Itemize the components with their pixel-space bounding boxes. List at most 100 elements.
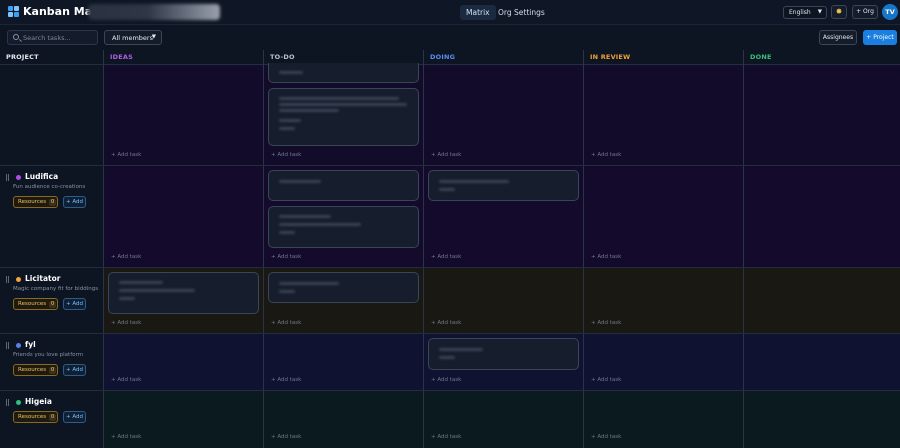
- add-task-link[interactable]: + Add task: [591, 254, 621, 260]
- nav-tab-matrix[interactable]: Matrix: [460, 5, 496, 20]
- add-task-link[interactable]: + Add task: [111, 254, 141, 260]
- grid-divider: [423, 50, 424, 448]
- add-task-link[interactable]: + Add task: [431, 434, 461, 440]
- add-task-link[interactable]: + Add task: [271, 434, 301, 440]
- resources-count: 0: [49, 199, 57, 206]
- add-resource-button[interactable]: + Add: [63, 196, 86, 208]
- add-task-link[interactable]: + Add task: [271, 152, 301, 158]
- project-color-dot: [16, 277, 21, 282]
- add-task-link[interactable]: + Add task: [111, 152, 141, 158]
- add-project-button[interactable]: + Project: [863, 30, 897, 45]
- project-color-dot: [16, 343, 21, 348]
- search-input[interactable]: Search tasks...: [7, 30, 98, 45]
- project-row-ludifica: Ludifica Fun audience co-creations Resou…: [6, 172, 101, 212]
- resources-label: Resources: [18, 414, 47, 420]
- add-task-link[interactable]: + Add task: [591, 434, 621, 440]
- column-header-ideas: IDEAS: [104, 50, 264, 65]
- resources-button[interactable]: Resources 0: [13, 411, 58, 423]
- project-name: Higeia: [25, 397, 52, 406]
- add-task-link[interactable]: + Add task: [591, 320, 621, 326]
- user-avatar[interactable]: TV: [882, 4, 898, 20]
- task-card[interactable]: [268, 88, 419, 146]
- add-task-link[interactable]: + Add task: [431, 152, 461, 158]
- grid-divider: [263, 50, 264, 448]
- add-task-link[interactable]: + Add task: [591, 377, 621, 383]
- add-task-link[interactable]: + Add task: [271, 320, 301, 326]
- add-task-link[interactable]: + Add task: [111, 320, 141, 326]
- add-task-link[interactable]: + Add task: [431, 377, 461, 383]
- task-card[interactable]: [108, 272, 259, 314]
- members-filter-value: All members: [112, 34, 153, 42]
- project-row-fyl: fyl Friends you love platform Resources 0…: [6, 340, 101, 380]
- add-task-link[interactable]: + Add task: [431, 320, 461, 326]
- add-task-link[interactable]: + Add task: [591, 152, 621, 158]
- nav-tab-org-settings[interactable]: Org Settings: [492, 5, 551, 20]
- grid-divider: [0, 390, 900, 391]
- project-row-licitator: Licitator Magic company fit for biddings…: [6, 274, 101, 314]
- resources-button[interactable]: Resources 0: [13, 196, 58, 208]
- drag-handle-icon[interactable]: [6, 174, 9, 181]
- row-bg: [104, 391, 900, 448]
- add-task-link[interactable]: + Add task: [111, 434, 141, 440]
- project-name: Ludifica: [25, 172, 59, 181]
- grid-divider: [0, 165, 900, 166]
- add-task-link[interactable]: + Add task: [431, 254, 461, 260]
- project-color-dot: [16, 175, 21, 180]
- resources-count: 0: [49, 301, 57, 308]
- column-header-in-review: IN REVIEW: [584, 50, 744, 65]
- project-row-higeia: Higeia Resources 0 + Add: [6, 397, 101, 437]
- row-bg: [104, 65, 900, 166]
- resources-label: Resources: [18, 367, 47, 373]
- add-resource-button[interactable]: + Add: [63, 364, 86, 376]
- add-task-link[interactable]: + Add task: [271, 377, 301, 383]
- task-card[interactable]: [268, 63, 419, 83]
- assignees-button[interactable]: Assignees: [819, 30, 857, 45]
- task-card[interactable]: [268, 272, 419, 303]
- project-description: Fun audience co-creations: [13, 184, 86, 190]
- language-value: English: [789, 9, 811, 16]
- grid-divider: [103, 50, 104, 448]
- task-card[interactable]: [268, 170, 419, 201]
- project-name: Licitator: [25, 274, 61, 283]
- project-color-dot: [16, 400, 21, 405]
- add-resource-button[interactable]: + Add: [63, 411, 86, 423]
- chevron-down-icon: ▼: [151, 34, 156, 40]
- resources-count: 0: [49, 414, 57, 421]
- task-card[interactable]: [268, 206, 419, 248]
- grid-divider: [583, 50, 584, 448]
- grid-divider: [0, 267, 900, 268]
- drag-handle-icon[interactable]: [6, 276, 9, 283]
- add-resource-button[interactable]: + Add: [63, 298, 86, 310]
- top-bar: Kanban Matrix Matrix Org Settings Englis…: [0, 0, 900, 25]
- grid-divider: [743, 50, 744, 448]
- org-selector[interactable]: [88, 4, 220, 20]
- resources-count: 0: [49, 367, 57, 374]
- search-placeholder: Search tasks...: [23, 34, 71, 42]
- column-header-project: PROJECT: [0, 50, 104, 65]
- project-description: Magic company fit for biddings: [13, 286, 99, 292]
- add-task-link[interactable]: + Add task: [271, 254, 301, 260]
- language-select[interactable]: English ▼: [783, 6, 827, 19]
- sun-icon: ✸: [835, 7, 843, 16]
- grid-divider: [0, 333, 900, 334]
- resources-button[interactable]: Resources 0: [13, 364, 58, 376]
- kanban-board: PROJECT IDEAS TO-DO DOING IN REVIEW DONE…: [0, 50, 900, 448]
- drag-handle-icon[interactable]: [6, 399, 9, 406]
- column-header-done: DONE: [744, 50, 900, 65]
- task-card[interactable]: [428, 170, 579, 201]
- chevron-down-icon: ▼: [817, 9, 822, 15]
- resources-label: Resources: [18, 301, 47, 307]
- resources-label: Resources: [18, 199, 47, 205]
- search-icon: [13, 34, 19, 40]
- kanban-logo-icon: [8, 6, 19, 17]
- members-filter-select[interactable]: All members ▼: [104, 30, 162, 45]
- resources-button[interactable]: Resources 0: [13, 298, 58, 310]
- task-card[interactable]: [428, 338, 579, 370]
- theme-toggle-button[interactable]: ✸: [831, 5, 847, 19]
- add-task-link[interactable]: + Add task: [111, 377, 141, 383]
- project-description: Friends you love platform: [13, 352, 84, 358]
- add-org-button[interactable]: + Org: [852, 5, 878, 19]
- project-name: fyl: [25, 340, 36, 349]
- drag-handle-icon[interactable]: [6, 342, 9, 349]
- column-header-doing: DOING: [424, 50, 584, 65]
